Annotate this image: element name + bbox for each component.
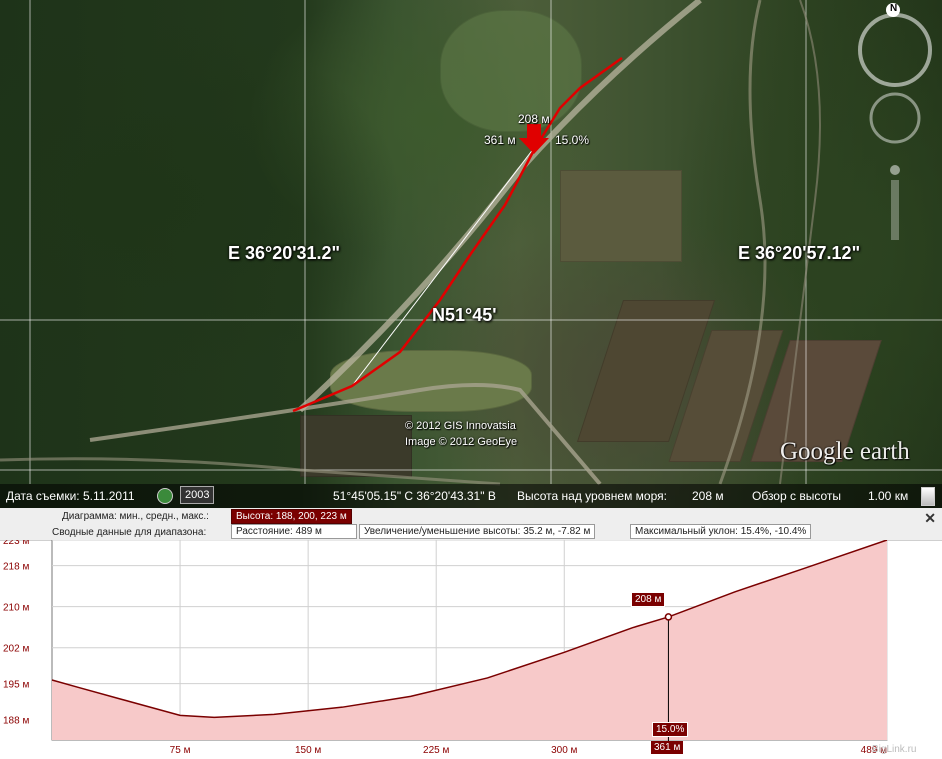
marker-slope-label: 15.0% — [555, 133, 590, 147]
x-tick-label: 75 м — [170, 745, 191, 756]
elevation-profile-panel: Диаграмма: мин., средн., макс.: Высота: … — [0, 508, 942, 759]
marker-distance-label: 361 м — [484, 133, 516, 147]
x-tick-label: 150 м — [295, 745, 321, 756]
elevation-label: Высота над уровнем моря: — [517, 489, 667, 503]
eye-altitude-label: Обзор с высоты — [752, 489, 841, 503]
google-earth-logo: Google earth — [780, 438, 910, 465]
max-slope-summary: Максимальный уклон: 15.4%, -10.4% — [630, 524, 812, 539]
eye-altitude-value: 1.00 км — [868, 489, 909, 503]
y-tick-label: 202 м — [3, 644, 29, 655]
profile-header: Диаграмма: мин., средн., макс.: Высота: … — [0, 508, 942, 541]
longitude-label-right: E 36°20'57.12" — [738, 243, 861, 263]
position-marker-arrow — [519, 124, 549, 154]
gain-loss-summary: Увеличение/уменьшение высоты: 35.2 м, -7… — [359, 524, 596, 539]
status-bar: Дата съемки: 5.11.2011 2003 51°45'05.15"… — [0, 484, 942, 508]
longitude-label-left: E 36°20'31.2" — [228, 243, 341, 263]
x-tick-label: 300 м — [551, 745, 577, 756]
close-button[interactable]: ✕ — [924, 510, 936, 527]
elevation-chart[interactable]: 188 м 195 м 202 м 210 м 218 м 223 м 75 м 150 м… — [0, 540, 942, 759]
cursor-elevation-label: 208 м — [631, 592, 666, 607]
y-tick-label: 195 м — [3, 680, 29, 691]
road — [0, 457, 501, 486]
summary-label: Сводные данные для диапазона: — [52, 527, 207, 538]
satellite-map[interactable]: N E 36°20'31.2" E 36°20'57.12" N51°45' 2… — [0, 0, 942, 508]
compass-north-label: N — [890, 3, 898, 14]
y-tick-label: 210 м — [3, 603, 29, 614]
historical-year-button[interactable]: 2003 — [180, 486, 215, 504]
cursor-point — [664, 613, 673, 621]
diagram-label: Диаграмма: мин., средн., макс.: — [62, 511, 209, 522]
historical-imagery-icon[interactable] — [157, 488, 173, 504]
road — [718, 0, 767, 485]
y-tick-label: 223 м — [3, 540, 29, 547]
look-joystick — [869, 92, 921, 144]
road — [89, 383, 602, 486]
cursor-slope-label: 15.0% — [652, 722, 689, 737]
y-axis-ticks: 188 м 195 м 202 м 210 м 218 м 223 м — [3, 540, 29, 726]
road — [297, 0, 702, 413]
watermark: BigLink.ru — [872, 744, 917, 755]
elevation-value: 208 м — [692, 489, 724, 503]
imagery-date: Дата съемки: 5.11.2011 — [6, 489, 135, 503]
navigation-ring — [858, 13, 932, 87]
pointer-coordinates: 51°45'05.15" С 36°20'43.31" В — [333, 489, 496, 503]
distance-summary: Расстояние: 489 м — [231, 524, 357, 539]
streaming-indicator — [921, 487, 935, 506]
path-straight-line — [351, 147, 535, 387]
copyright-text: © 2012 GIS Innovatsia — [405, 420, 516, 432]
copyright-text: Image © 2012 GeoEye — [405, 436, 518, 448]
cursor-distance-label: 361 м — [651, 741, 684, 754]
road — [779, 0, 821, 485]
height-summary: Высота: 188, 200, 223 м — [231, 509, 352, 524]
person-icon — [890, 165, 900, 175]
marker-elevation-label: 208 м — [518, 112, 550, 126]
y-tick-label: 188 м — [3, 715, 29, 726]
x-axis-ticks: 75 м 150 м 225 м 300 м 489 м — [170, 745, 887, 756]
zoom-slider-track — [891, 180, 899, 240]
latitude-label: N51°45' — [432, 305, 497, 325]
y-tick-label: 218 м — [3, 562, 29, 573]
x-tick-label: 225 м — [423, 745, 449, 756]
